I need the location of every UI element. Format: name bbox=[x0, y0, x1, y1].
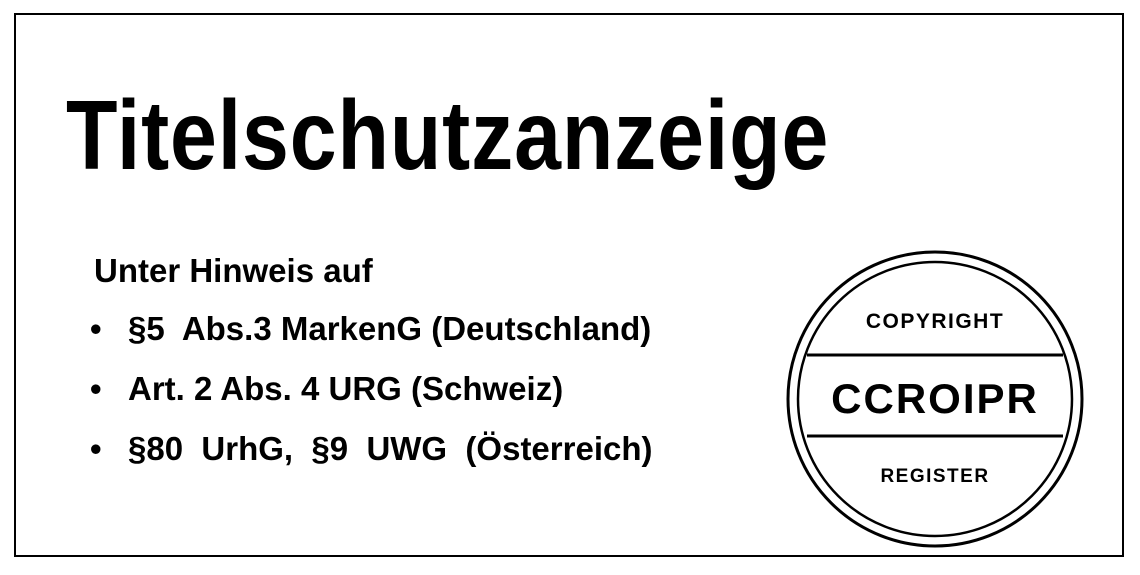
page-title: Titelschutzanzeige bbox=[66, 80, 830, 190]
list-item: • §80 UrhG, §9 UWG (Österreich) bbox=[90, 432, 653, 492]
list-item: • §5 Abs.3 MarkenG (Deutschland) bbox=[90, 312, 653, 372]
seal-top-text: COPYRIGHT bbox=[866, 310, 1004, 333]
law-reference: Art. 2 Abs. 4 URG (Schweiz) bbox=[128, 370, 564, 407]
law-list: • §5 Abs.3 MarkenG (Deutschland) • Art. 2 … bbox=[90, 312, 653, 492]
list-item: • Art. 2 Abs. 4 URG (Schweiz) bbox=[90, 372, 653, 432]
seal-bottom-text: REGISTER bbox=[880, 466, 989, 487]
copyright-seal: COPYRIGHT CCROIPR REGISTER bbox=[786, 250, 1084, 548]
seal-center-text: CCROIPR bbox=[831, 375, 1039, 422]
law-reference: §5 Abs.3 MarkenG (Deutschland) bbox=[128, 310, 652, 347]
bullet-icon: • bbox=[90, 430, 102, 467]
intro-text: Unter Hinweis auf bbox=[94, 252, 373, 289]
bullet-icon: • bbox=[90, 310, 102, 347]
bullet-icon: • bbox=[90, 370, 102, 407]
law-reference: §80 UrhG, §9 UWG (Österreich) bbox=[128, 430, 653, 467]
